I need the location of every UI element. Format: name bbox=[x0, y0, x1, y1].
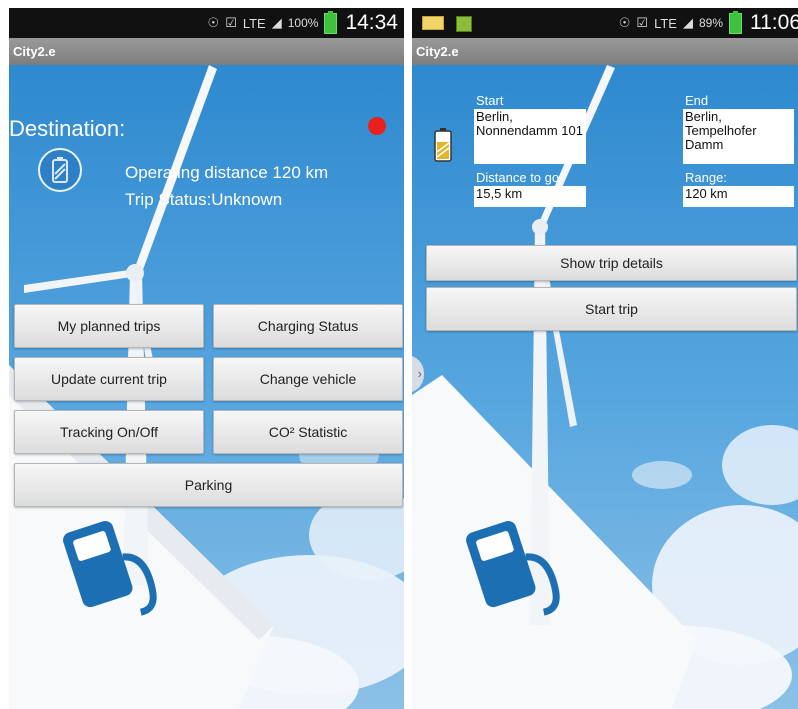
change-vehicle-button[interactable]: Change vehicle bbox=[213, 357, 403, 401]
signal-icon: ◢ bbox=[682, 15, 693, 30]
status-bar: ☉ ☑ LTE ◢ 89% 11:06 bbox=[412, 8, 798, 38]
end-label: End bbox=[685, 93, 709, 108]
range-label: Range: bbox=[685, 170, 727, 185]
start-trip-button[interactable]: Start trip bbox=[426, 287, 797, 331]
status-bar: ☉ ☑ LTE ◢ 100% 14:34 bbox=[9, 8, 404, 38]
my-planned-trips-button[interactable]: My planned trips bbox=[14, 304, 204, 348]
destination-label: Destination: bbox=[9, 116, 126, 141]
sim-icon bbox=[456, 16, 472, 32]
operating-distance: Operating distance 120 km bbox=[125, 163, 329, 182]
distance-label: Distance to go bbox=[476, 170, 560, 185]
parking-button[interactable]: Parking bbox=[14, 463, 403, 507]
clock: 14:34 bbox=[345, 11, 398, 34]
tracking-toggle-button[interactable]: Tracking On/Off bbox=[14, 410, 204, 454]
start-label: Start bbox=[476, 93, 504, 108]
network-label: LTE bbox=[242, 15, 266, 31]
mute-icon: ☑ bbox=[225, 15, 237, 30]
alarm-icon: ☉ bbox=[618, 15, 631, 30]
range-field: 120 km bbox=[683, 186, 794, 207]
co2-statistic-button[interactable]: CO² Statistic bbox=[213, 410, 403, 454]
show-trip-details-button[interactable]: Show trip details bbox=[426, 245, 797, 281]
app-title: City2.e bbox=[9, 38, 404, 65]
battery-icon bbox=[729, 10, 742, 34]
status-indicator-dot bbox=[368, 117, 386, 135]
network-label: LTE bbox=[654, 15, 677, 31]
battery-percent: 89% bbox=[698, 16, 723, 30]
mute-icon: ☑ bbox=[636, 15, 649, 30]
screen-trip-overview: ☉ ☑ LTE ◢ 89% 11:06 City2.e › Start Berl… bbox=[412, 8, 798, 709]
charging-status-button[interactable]: Charging Status bbox=[213, 304, 403, 348]
battery-icon bbox=[38, 148, 82, 192]
screen-main-menu: ☉ ☑ LTE ◢ 100% 14:34 City2.e Destination… bbox=[9, 8, 404, 709]
battery-icon bbox=[324, 10, 338, 34]
app-title: City2.e bbox=[412, 38, 798, 65]
message-icon bbox=[422, 16, 444, 30]
update-current-trip-button[interactable]: Update current trip bbox=[14, 357, 204, 401]
clock: 11:06 bbox=[750, 11, 798, 34]
battery-percent: 100% bbox=[287, 16, 319, 30]
alarm-icon: ☉ bbox=[207, 15, 220, 30]
distance-field: 15,5 km bbox=[474, 186, 586, 207]
trip-status: Trip Status:Unknown bbox=[125, 190, 283, 209]
signal-icon: ◢ bbox=[271, 15, 282, 30]
end-address-field: Berlin, Tempelhofer Damm bbox=[683, 109, 794, 164]
battery-icon bbox=[434, 128, 452, 167]
start-address-field: Berlin, Nonnendamm 101 bbox=[474, 109, 586, 164]
